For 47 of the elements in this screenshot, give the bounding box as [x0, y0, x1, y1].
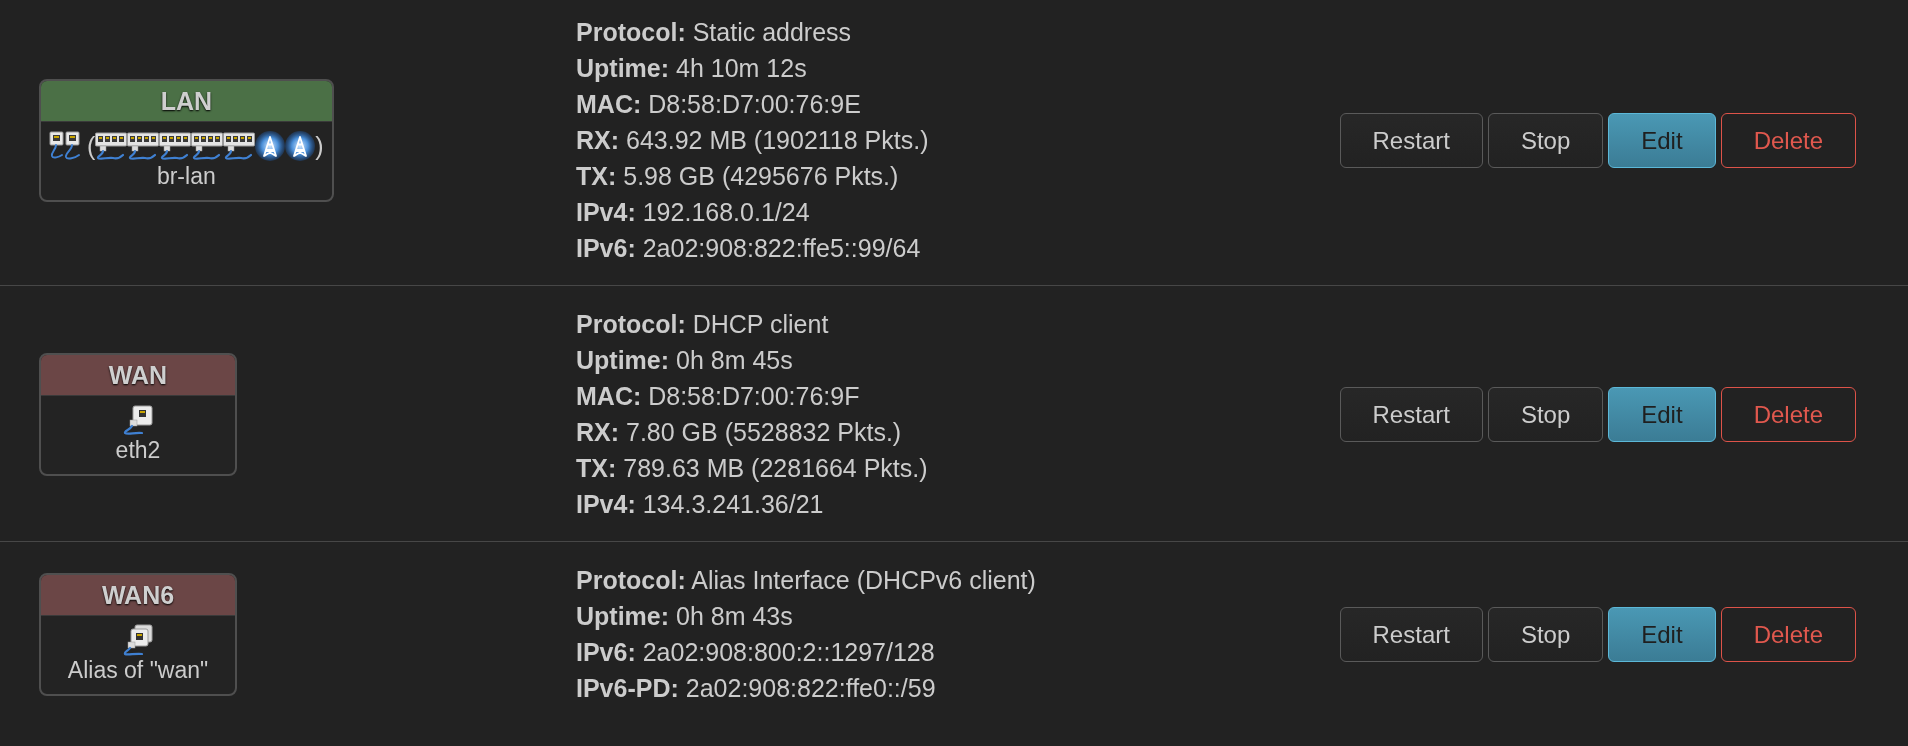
interface-detail: Uptime: 0h 8m 43s: [576, 601, 793, 632]
device-name: br-lan: [156, 161, 216, 190]
edit-button[interactable]: Edit: [1608, 606, 1716, 662]
interface-detail: Protocol: Static address: [576, 17, 852, 48]
interface-detail: RX: 7.80 GB (5528832 Pkts.): [576, 417, 902, 448]
stop-button[interactable]: Stop: [1487, 386, 1604, 442]
device-name: eth2: [115, 435, 161, 464]
interface-detail: TX: 789.63 MB (2281664 Pkts.): [576, 453, 928, 484]
interface-detail: IPv4: 192.168.0.1/24: [576, 197, 810, 228]
edit-button[interactable]: Edit: [1608, 112, 1716, 168]
interface-detail: IPv6: 2a02:908:822:ffe5::99/64: [576, 233, 921, 264]
network-ports-icon: [49, 129, 81, 162]
stacked-port-icon: [122, 623, 154, 656]
stop-button[interactable]: Stop: [1487, 112, 1604, 168]
interface-detail: IPv6: 2a02:908:800:2::1297/128: [576, 637, 935, 668]
ethernet-port-icon: [191, 129, 224, 162]
interface-name: LAN: [41, 80, 332, 122]
interface-detail: MAC: D8:58:D7:00:76:9F: [576, 381, 860, 412]
antenna-icon: [285, 130, 316, 161]
interface-detail: IPv4: 134.3.241.36/21: [576, 489, 824, 520]
interface-detail: RX: 643.92 MB (1902118 Pkts.): [576, 125, 929, 156]
stop-button[interactable]: Stop: [1487, 606, 1604, 662]
interface-detail: IPv6-PD: 2a02:908:822:ffe0::/59: [576, 673, 936, 704]
interface-detail: Protocol: DHCP client: [576, 309, 829, 340]
interface-detail: TX: 5.98 GB (4295676 Pkts.): [576, 161, 899, 192]
device-name: Alias of "wan": [67, 655, 209, 684]
open-parenthesis: (: [87, 130, 96, 162]
delete-button[interactable]: Delete: [1720, 386, 1856, 442]
ethernet-port-icon: [122, 403, 154, 436]
antenna-icon: [255, 130, 286, 161]
ethernet-port-icon: [223, 129, 256, 162]
delete-button[interactable]: Delete: [1720, 606, 1856, 662]
restart-button[interactable]: Restart: [1339, 606, 1483, 662]
interface-name: WAN: [41, 354, 235, 396]
restart-button[interactable]: Restart: [1339, 112, 1483, 168]
restart-button[interactable]: Restart: [1339, 386, 1483, 442]
interface-detail: MAC: D8:58:D7:00:76:9E: [576, 89, 861, 120]
interface-detail: Uptime: 4h 10m 12s: [576, 53, 807, 84]
interface-detail: Uptime: 0h 8m 45s: [576, 345, 793, 376]
interface-detail: Protocol: Alias Interface (DHCPv6 client): [576, 565, 1036, 596]
ethernet-port-icon: [159, 129, 192, 162]
delete-button[interactable]: Delete: [1720, 112, 1856, 168]
close-parenthesis: ): [315, 130, 324, 162]
ethernet-port-icon: [127, 129, 160, 162]
interface-name: WAN6: [41, 574, 235, 616]
edit-button[interactable]: Edit: [1608, 386, 1716, 442]
ethernet-port-icon: [95, 129, 128, 162]
